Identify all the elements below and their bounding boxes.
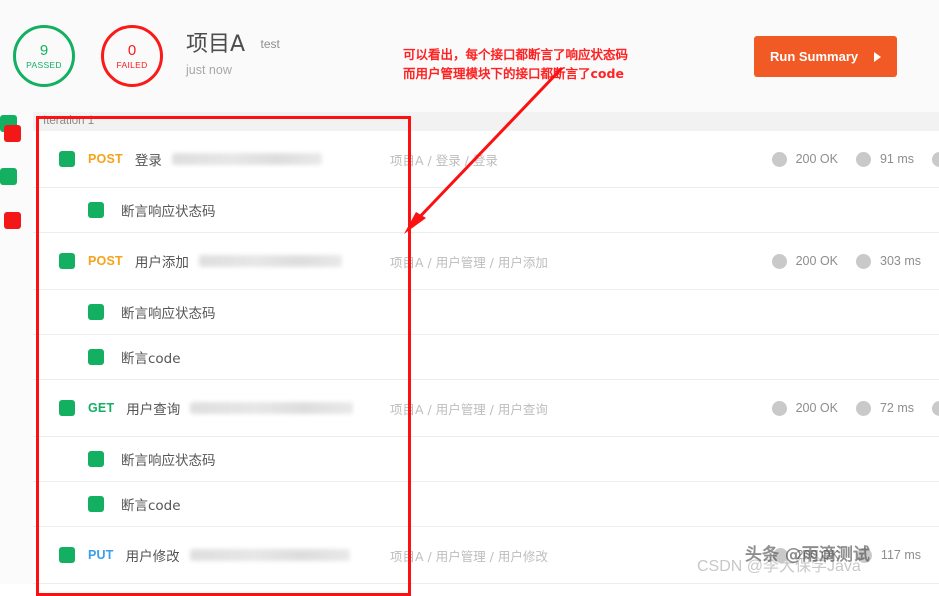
breadcrumb: 项目A / 用户管理 / 用户查询 bbox=[390, 401, 548, 417]
run-timestamp: just now bbox=[186, 63, 232, 77]
request-url-redacted bbox=[189, 549, 350, 561]
assertion-status-icon bbox=[88, 451, 104, 467]
status-code-text: 200 OK bbox=[795, 401, 838, 415]
assertion-label: 断言code bbox=[121, 498, 181, 514]
request-meta: 200 OK 303 ms bbox=[771, 253, 939, 269]
response-size-icon bbox=[932, 151, 939, 167]
assertion-row[interactable]: 断言响应状态码 bbox=[33, 188, 939, 233]
request-name: 用户添加 bbox=[134, 255, 189, 271]
request-row[interactable]: POST 用户添加 项目A / 用户管理 / 用户添加 200 OK 303 ms bbox=[33, 233, 939, 290]
run-summary-button[interactable]: Run Summary bbox=[754, 36, 897, 77]
failed-label: FAILED bbox=[116, 59, 148, 70]
request-method: GET bbox=[88, 401, 115, 415]
report-header: 9 PASSED 0 FAILED 项目A test just now 可以看出… bbox=[0, 0, 939, 112]
gutter-status-marker bbox=[0, 168, 17, 185]
run-summary-label: Run Summary bbox=[770, 49, 859, 64]
page-title: 项目A bbox=[186, 32, 246, 57]
chevron-right-icon bbox=[874, 51, 881, 62]
request-status-icon bbox=[59, 151, 75, 167]
request-rows-container: POST 登录 项目A / 登录 / 登录 200 OK 91 ms 断言响应状态码 POS… bbox=[33, 131, 939, 584]
passed-summary-circle: 9 PASSED bbox=[13, 25, 75, 87]
response-size-icon bbox=[932, 400, 939, 416]
request-meta: 200 OK 72 ms bbox=[771, 400, 939, 416]
iteration-header: Iteration 1 bbox=[33, 112, 939, 131]
request-method: PUT bbox=[88, 548, 114, 562]
request-method: POST bbox=[88, 254, 123, 268]
assertion-row[interactable]: 断言code bbox=[33, 335, 939, 380]
passed-label: PASSED bbox=[26, 59, 62, 70]
status-code-text: 200 OK bbox=[795, 254, 838, 268]
assertion-label: 断言响应状态码 bbox=[121, 453, 216, 469]
assertion-label: 断言响应状态码 bbox=[121, 204, 216, 220]
passed-count: 9 bbox=[39, 41, 49, 59]
failed-count: 0 bbox=[127, 41, 137, 59]
assertion-status-icon bbox=[88, 349, 104, 365]
response-time-icon bbox=[856, 253, 871, 269]
response-time-text: 91 ms bbox=[879, 152, 914, 166]
status-code-text: 200 OK bbox=[795, 152, 838, 166]
assertion-status-icon bbox=[88, 202, 104, 218]
gutter-status-marker bbox=[4, 125, 21, 142]
breadcrumb: 项目A / 登录 / 登录 bbox=[390, 152, 498, 168]
breadcrumb: 项目A / 用户管理 / 用户修改 bbox=[390, 548, 548, 564]
assertion-row[interactable]: 断言响应状态码 bbox=[33, 437, 939, 482]
results-list: Iteration 1 POST 登录 项目A / 登录 / 登录 200 OK 91 … bbox=[33, 112, 939, 584]
failed-summary-circle: 0 FAILED bbox=[101, 25, 163, 87]
request-url-redacted bbox=[190, 402, 354, 414]
status-code-icon bbox=[771, 400, 787, 416]
run-title-block: 项目A test just now bbox=[186, 32, 280, 77]
status-code-icon bbox=[771, 151, 787, 167]
request-row[interactable]: GET 用户查询 项目A / 用户管理 / 用户查询 200 OK 72 ms bbox=[33, 380, 939, 437]
response-time-icon bbox=[855, 151, 871, 167]
request-name: 用户修改 bbox=[125, 549, 180, 565]
request-meta: 200 OK 91 ms bbox=[771, 151, 939, 167]
breadcrumb: 项目A / 用户管理 / 用户添加 bbox=[390, 254, 548, 270]
request-status-icon bbox=[59, 400, 75, 416]
annotation-text: 可以看出，每个接口都断言了响应状态码 而用户管理模块下的接口都断言了code bbox=[403, 45, 628, 83]
annotation-line-2: 而用户管理模块下的接口都断言了code bbox=[403, 66, 624, 81]
status-code-icon bbox=[771, 253, 787, 269]
response-time-icon bbox=[855, 400, 871, 416]
assertion-status-icon bbox=[88, 496, 104, 512]
assertion-row[interactable]: 断言code bbox=[33, 482, 939, 527]
request-url-redacted bbox=[198, 255, 342, 267]
assertion-row[interactable]: 断言响应状态码 bbox=[33, 290, 939, 335]
request-status-icon bbox=[59, 547, 75, 563]
response-time-text: 72 ms bbox=[879, 401, 914, 415]
annotation-line-1: 可以看出，每个接口都断言了响应状态码 bbox=[403, 47, 629, 62]
toutiao-watermark: 头条 @雨滴测试 bbox=[745, 545, 870, 565]
request-url-redacted bbox=[171, 153, 322, 165]
assertion-label: 断言响应状态码 bbox=[121, 306, 216, 322]
request-status-icon bbox=[59, 253, 75, 269]
environment-label: test bbox=[260, 37, 280, 51]
request-method: POST bbox=[88, 152, 123, 166]
request-row[interactable]: POST 登录 项目A / 登录 / 登录 200 OK 91 ms bbox=[33, 131, 939, 188]
response-time-text: 117 ms bbox=[880, 548, 921, 562]
request-name: 登录 bbox=[134, 153, 162, 169]
assertion-status-icon bbox=[88, 304, 104, 320]
request-name: 用户查询 bbox=[126, 402, 181, 418]
gutter-status-marker bbox=[4, 212, 21, 229]
response-time-text: 303 ms bbox=[880, 254, 921, 268]
assertion-label: 断言code bbox=[121, 351, 181, 367]
